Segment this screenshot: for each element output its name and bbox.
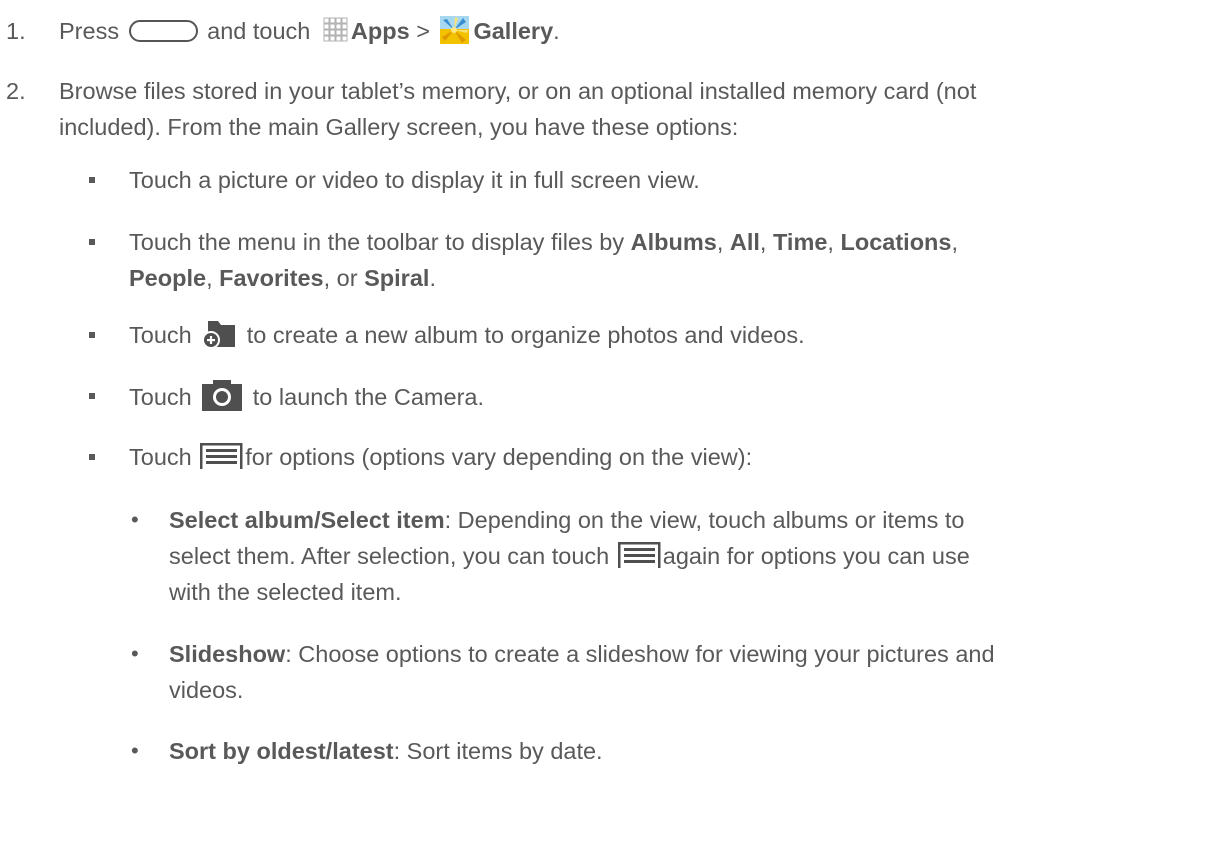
step-2-line-2: included). From the main Gallery screen,… (59, 114, 739, 140)
square-bullet (89, 393, 95, 399)
square-bullet (89, 239, 95, 245)
step-1-period: . (553, 18, 560, 44)
bullet-3-desc: to create a new album to organize photos… (246, 322, 805, 348)
bullet-3-text: Touch to create a new album to organize … (129, 318, 805, 352)
menu-icon (617, 542, 661, 568)
step-2-line-1: Browse files stored in your tablet’s mem… (59, 78, 977, 104)
bullet-1-text: Touch a picture or video to display it i… (129, 167, 700, 193)
period: . (429, 265, 436, 291)
step-1-text: Press and touch Apps > Gallery. (59, 14, 560, 48)
comma: , (206, 265, 213, 291)
square-bullet (89, 454, 95, 460)
home-key-icon (128, 20, 198, 42)
step-1-and-touch: and touch (207, 18, 311, 44)
bullet-2-line-1: Touch the menu in the toolbar to display… (129, 225, 958, 259)
or-text: , or (323, 265, 358, 291)
gallery-label: Gallery (473, 18, 554, 44)
sub-1-line-2-post: again for options you can use (662, 543, 970, 569)
gallery-icon (439, 15, 470, 45)
step-1-arrow: > (416, 18, 430, 44)
bullet-2-line-2: People, Favorites, or Spiral. (129, 261, 436, 295)
apps-grid-icon (323, 17, 349, 43)
comma: , (759, 229, 767, 255)
sub-1-line-3: with the selected item. (169, 579, 402, 605)
option-spiral: Spiral (364, 265, 430, 291)
sub-2-desc: : Choose options to create a slideshow f… (285, 641, 995, 667)
step-1-press: Press (59, 18, 120, 44)
comma: , (827, 229, 834, 255)
square-bullet (89, 177, 95, 183)
sub-1-line-2: select them. After selection, you can to… (169, 539, 970, 573)
option-locations: Locations (840, 229, 952, 255)
bullet-4-touch: Touch (129, 384, 192, 410)
sub-3-desc: : Sort items by date. (393, 738, 603, 764)
option-people: People (129, 265, 207, 291)
camera-icon (201, 379, 243, 411)
bullet-4-desc: to launch the Camera. (252, 384, 484, 410)
round-bullet: • (131, 507, 139, 532)
bullet-4-text: Touch to launch the Camera. (129, 379, 484, 414)
bullet-2-intro: Touch the menu in the toolbar to display… (129, 229, 625, 255)
sub-1-line-2-pre: select them. After selection, you can to… (169, 543, 610, 569)
sub-2-line-2: videos. (169, 677, 244, 703)
comma: , (716, 229, 724, 255)
bullet-5-text: Touch for options (options vary dependin… (129, 440, 752, 474)
menu-icon (200, 443, 243, 469)
step-1-number: 1. (6, 18, 26, 44)
select-album-title: Select album/Select item (169, 507, 445, 533)
step-2-number: 2. (6, 78, 26, 104)
bullet-3-touch: Touch (129, 322, 192, 348)
new-album-icon (202, 319, 236, 349)
comma: , (951, 229, 958, 255)
sub-1-desc: : Depending on the view, touch albums or… (444, 507, 965, 533)
sub-3-line-1: Sort by oldest/latest: Sort items by dat… (169, 734, 603, 768)
sub-2-line-1: Slideshow: Choose options to create a sl… (169, 637, 995, 671)
bullet-5-touch: Touch (129, 444, 192, 470)
square-bullet (89, 332, 95, 338)
option-albums: Albums (630, 229, 717, 255)
round-bullet: • (131, 641, 139, 666)
slideshow-title: Slideshow (169, 641, 286, 667)
sort-title: Sort by oldest/latest (169, 738, 394, 764)
apps-label: Apps (350, 18, 410, 44)
option-all: All (729, 229, 760, 255)
round-bullet: • (131, 738, 139, 763)
option-favorites: Favorites (219, 265, 324, 291)
bullet-5-desc: for options (options vary depending on t… (245, 444, 753, 470)
option-time: Time (772, 229, 828, 255)
sub-1-line-1: Select album/Select item: Depending on t… (169, 503, 965, 537)
